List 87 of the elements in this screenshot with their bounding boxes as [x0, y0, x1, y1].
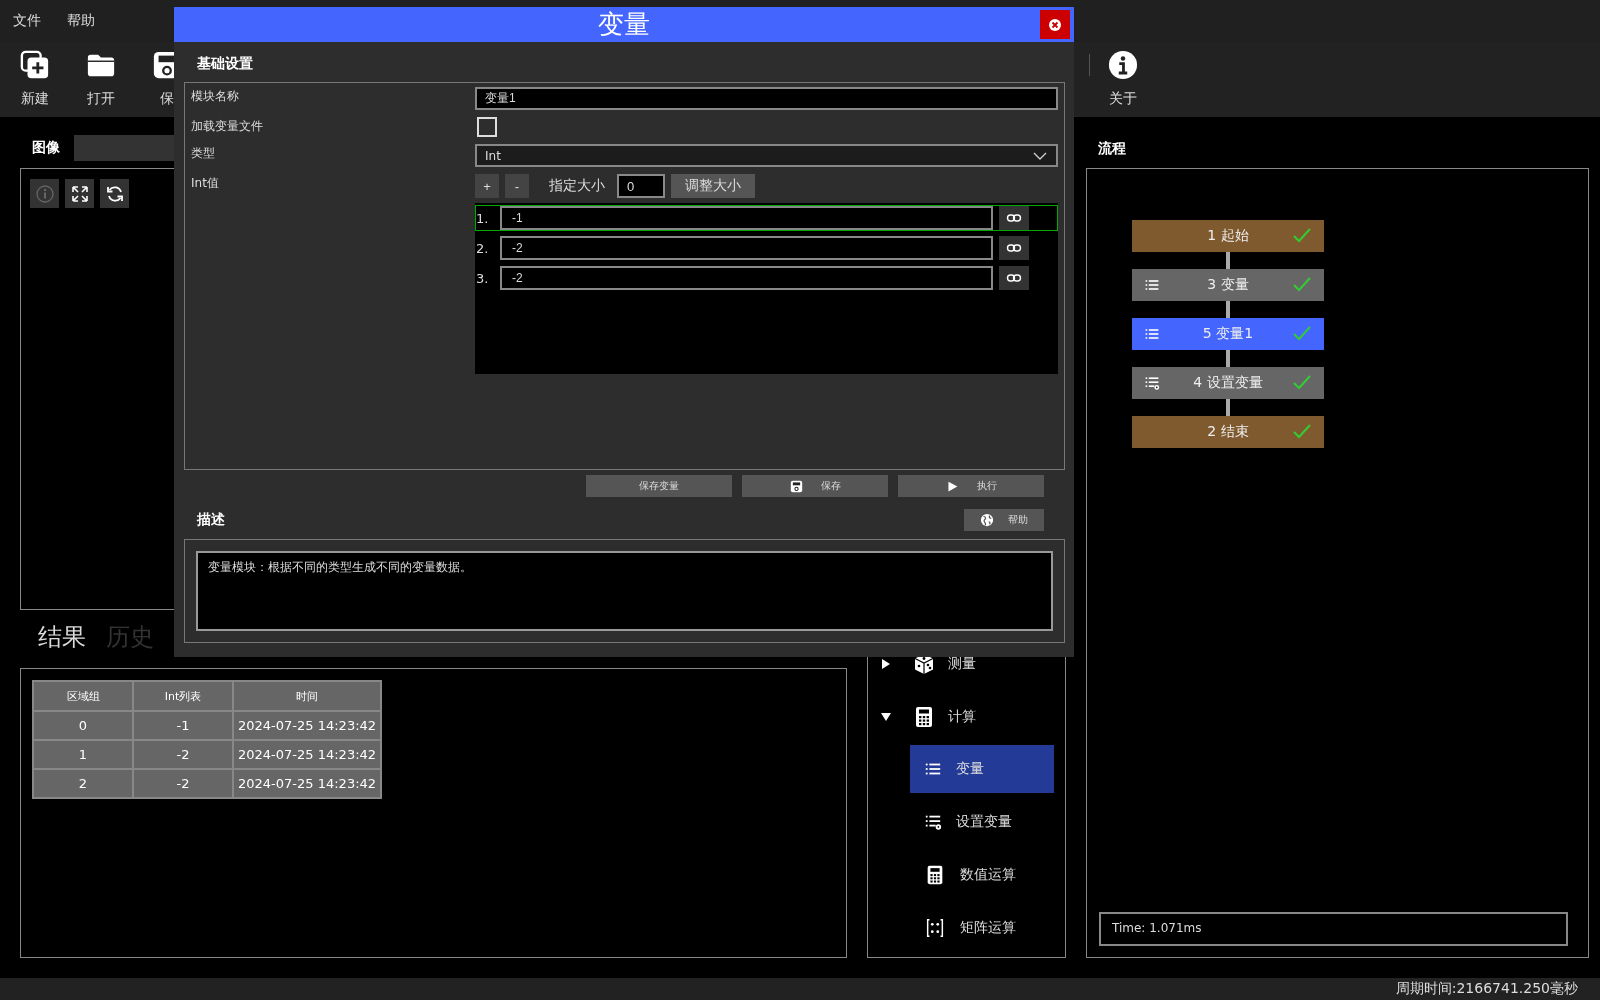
table-cell: -2 — [133, 740, 233, 769]
action-button[interactable]: 保存变量 — [586, 475, 732, 497]
image-tool-button[interactable] — [100, 179, 129, 208]
table-cell: 2024-07-25 14:23:42 — [233, 740, 382, 769]
checkbox[interactable] — [477, 117, 497, 137]
result-tab[interactable]: 结果 — [34, 621, 90, 653]
toolbar-button[interactable]: 关于 — [1090, 42, 1156, 117]
list-icon — [1144, 326, 1160, 342]
link-button[interactable] — [999, 206, 1029, 230]
toolbar-button[interactable]: 新建 — [2, 42, 68, 117]
close-icon — [1047, 16, 1063, 33]
list-gear-icon — [924, 813, 942, 831]
node-label: 3 变量 — [1207, 276, 1249, 294]
table-cell: 2024-07-25 14:23:42 — [233, 769, 382, 798]
menu-item[interactable]: 帮助 — [60, 8, 102, 34]
panel-title: 图像 — [32, 139, 60, 157]
size-field[interactable]: 0 — [617, 174, 665, 198]
flow-node[interactable]: 4 设置变量 — [1132, 367, 1324, 399]
module-name-field[interactable]: 变量1 — [475, 87, 1058, 110]
dialog-title: 变量 — [598, 8, 650, 41]
list-icon — [1144, 277, 1160, 293]
flow-node[interactable]: 5 变量1 — [1132, 318, 1324, 350]
table-cell: -1 — [133, 711, 233, 740]
row-index: 3. — [476, 270, 490, 286]
help-button[interactable]: 帮助 — [964, 509, 1044, 531]
toolbar-button[interactable]: 打开 — [68, 42, 134, 117]
expand-icon — [69, 183, 90, 204]
table-cell: 1 — [33, 740, 133, 769]
tree-item[interactable]: 设置变量 — [910, 798, 1054, 846]
node-label: 4 设置变量 — [1193, 374, 1263, 392]
value-row[interactable]: 2. -2 — [475, 235, 1058, 261]
time-readout: Time: 1.071ms — [1099, 912, 1568, 946]
link-button[interactable] — [999, 266, 1029, 290]
info-icon — [34, 183, 55, 204]
node-label: 2 结束 — [1207, 423, 1249, 441]
field-label: 模块名称 — [191, 88, 240, 105]
tree-item[interactable]: 矩阵运算 — [910, 904, 1054, 952]
table-cell: 0 — [33, 711, 133, 740]
remove-button[interactable]: - — [505, 174, 529, 198]
add-document-icon — [20, 50, 50, 80]
panel-title: 流程 — [1097, 139, 1127, 158]
list-gear-icon — [1144, 375, 1160, 391]
column-header: Int列表 — [133, 681, 233, 711]
globe-icon — [980, 513, 994, 527]
column-header: 时间 — [233, 681, 382, 711]
tree-item[interactable]: 数值运算 — [910, 851, 1054, 899]
tree-item[interactable]: 变量 — [910, 745, 1054, 793]
collapse-arrow-icon[interactable] — [880, 710, 892, 723]
section-title: 基础设置 — [197, 55, 254, 73]
resize-button[interactable]: 调整大小 — [671, 174, 755, 198]
value-field[interactable]: -1 — [500, 206, 993, 230]
row-index: 1. — [476, 210, 490, 226]
field-label: Int值 — [191, 175, 220, 192]
table-cell: 2024-07-25 14:23:42 — [233, 711, 382, 740]
flow-node[interactable]: 2 结束 — [1132, 416, 1324, 448]
close-button[interactable] — [1040, 10, 1070, 39]
table-cell: -2 — [133, 769, 233, 798]
type-dropdown[interactable]: Int — [475, 144, 1058, 167]
description-text: 变量模块：根据不同的类型生成不同的变量数据。 — [196, 551, 1053, 631]
flow-node[interactable]: 1 起始 — [1132, 220, 1324, 252]
value-field[interactable]: -2 — [500, 266, 993, 290]
size-label: 指定大小 — [549, 177, 605, 195]
section-title: 描述 — [197, 511, 225, 529]
value-row[interactable]: 1. -1 — [475, 205, 1058, 231]
flow-node[interactable]: 3 变量 — [1132, 269, 1324, 301]
field-label: 加载变量文件 — [191, 118, 264, 135]
link-button[interactable] — [999, 236, 1029, 260]
image-tool-button[interactable] — [65, 179, 94, 208]
column-header: 区域组 — [33, 681, 133, 711]
expand-arrow-icon[interactable] — [880, 657, 892, 670]
tree-item[interactable]: 计算 — [912, 704, 976, 729]
node-label: 5 变量1 — [1202, 325, 1254, 343]
action-button[interactable]: 保存 — [742, 475, 888, 497]
cycle-time-status: 周期时间:2166741.250毫秒 — [1395, 980, 1578, 998]
value-row[interactable]: 3. -2 — [475, 265, 1058, 291]
menu-item[interactable]: 文件 — [6, 8, 48, 34]
value-field[interactable]: -2 — [500, 236, 993, 260]
action-button[interactable]: 执行 — [898, 475, 1044, 497]
field-label: 类型 — [191, 145, 216, 162]
table-cell: 2 — [33, 769, 133, 798]
add-button[interactable]: + — [475, 174, 499, 198]
refresh-icon — [104, 183, 125, 204]
row-index: 2. — [476, 240, 490, 256]
node-label: 1 起始 — [1207, 227, 1249, 245]
matrix-icon — [924, 917, 946, 939]
info-icon — [1108, 50, 1138, 80]
play-icon — [945, 479, 959, 493]
